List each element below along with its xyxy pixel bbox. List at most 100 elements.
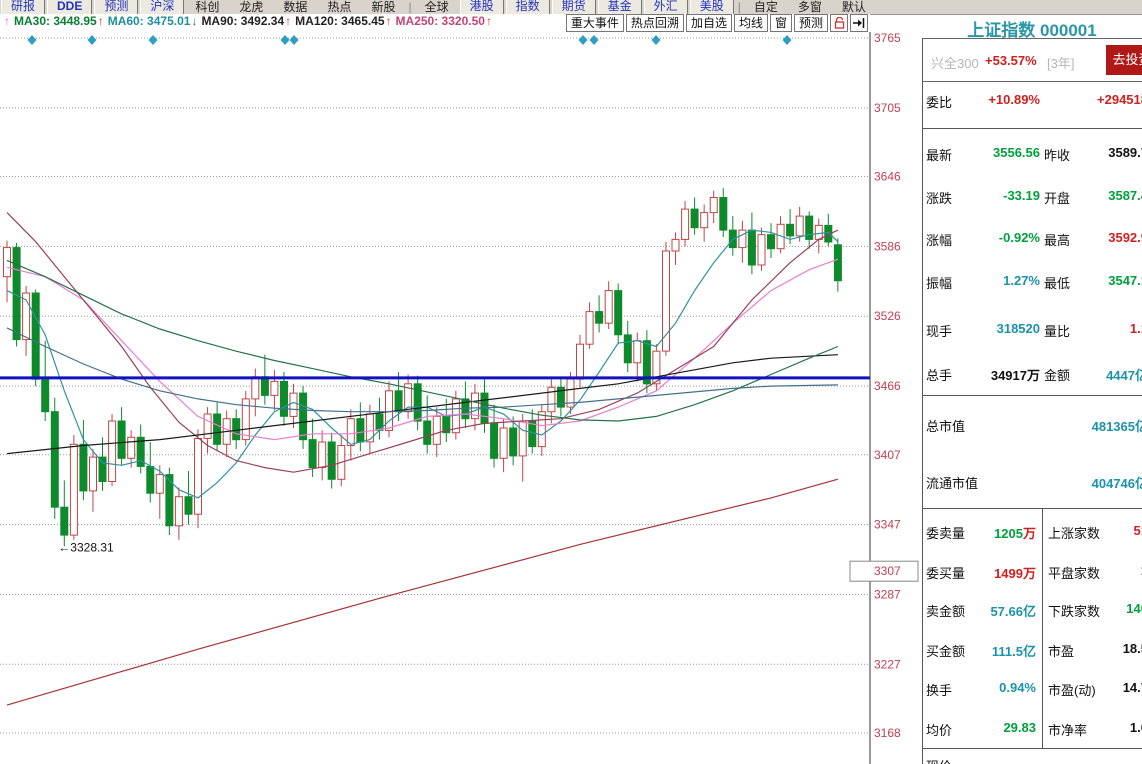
y-axis-tick-label: 3765 (874, 32, 901, 45)
candle-body (739, 230, 746, 248)
candle-body (319, 442, 326, 468)
tab-0[interactable]: 研报 (1, 0, 45, 15)
candle-body (118, 421, 125, 458)
detail-left-value-0: 1205万 (952, 523, 1036, 542)
chart-button-3[interactable]: 均线 (734, 14, 768, 32)
event-diamond-marker[interactable] (281, 35, 290, 45)
tab-4[interactable]: 科创 (186, 0, 228, 15)
tab-6[interactable]: 数据 (274, 0, 316, 15)
tab-13[interactable]: 期货 (552, 0, 596, 15)
y-axis-tick-label: 3407 (874, 448, 901, 462)
detail-right-value-2: 140 (1126, 601, 1142, 616)
y-axis-tick-label: 3586 (874, 239, 901, 253)
candle-body (424, 421, 431, 444)
quote-label-开盘: 开盘 (1044, 188, 1070, 207)
candle-body (300, 393, 307, 440)
tab-10[interactable]: 全球 (416, 0, 458, 15)
candle-body (309, 440, 316, 468)
candle-body (815, 225, 822, 239)
top-tab-bar: 研报DDE预测沪深科创龙虎数据热点新股|全球港股指数期货基金外汇美股|自定多窗默… (0, 0, 1142, 15)
candle-body (51, 412, 58, 508)
candle-body (4, 248, 11, 277)
tab-20[interactable]: 默认 (833, 0, 875, 15)
chart-button-1[interactable]: 热点回溯 (626, 14, 684, 32)
candle-body (395, 391, 402, 412)
candle-body (195, 439, 202, 515)
chart-button-5[interactable]: 预测 (794, 14, 828, 32)
tab-2[interactable]: 预测 (94, 0, 138, 15)
quote-value2-6: 4447亿 (1106, 365, 1142, 384)
quote-label-昨收: 昨收 (1044, 145, 1070, 164)
kline-chart-canvas[interactable]: 3765370536463586352634663407334732873227… (0, 32, 922, 764)
event-diamond-marker[interactable] (590, 35, 599, 45)
detail-right-label-5: 市净率 (1048, 720, 1087, 739)
panel-divider (922, 395, 1142, 396)
detail-right-label-4: 市盈(动) (1048, 680, 1096, 699)
candle-body (42, 379, 49, 412)
cap-label-1: 流通市值 (926, 473, 978, 492)
chart-button-0[interactable]: 重大事件 (566, 14, 624, 32)
fund-name: 兴全300 (931, 53, 979, 72)
event-diamond-marker[interactable] (28, 35, 37, 45)
panel-divider (922, 128, 1142, 129)
tab-8[interactable]: 新股 (362, 0, 404, 15)
quote-value2-0: +294518 (1097, 92, 1142, 107)
candle-body (624, 335, 631, 363)
candle-body (834, 245, 841, 281)
candle-body (538, 412, 545, 447)
candle-body (796, 216, 803, 236)
invest-button[interactable]: 去投资 (1106, 45, 1142, 75)
event-diamond-marker[interactable] (290, 35, 299, 45)
ma-trend-arrow-3: ↑ (386, 14, 392, 28)
event-diamond-marker[interactable] (652, 35, 661, 45)
tab-14[interactable]: 基金 (598, 0, 642, 15)
ma-trend-arrow-4: ↑ (486, 14, 492, 28)
event-diamond-marker[interactable] (149, 35, 158, 45)
chart-button-4[interactable]: 窗 (770, 14, 792, 32)
candle-body (214, 414, 221, 444)
detail-right-value-4: 14.7 (1123, 680, 1142, 695)
tab-7[interactable]: 热点 (318, 0, 360, 15)
candle-body (758, 235, 765, 265)
lock-icon[interactable] (830, 14, 848, 32)
event-diamond-marker[interactable] (88, 35, 97, 45)
quote-label-量比: 量比 (1044, 321, 1070, 340)
detail-left-value-4: 0.94% (952, 680, 1036, 695)
candle-body (357, 419, 364, 442)
quote-value2-2: 3587.4 (1108, 188, 1142, 203)
ma-lead-arrow: ↑ (4, 14, 10, 28)
y-axis-tick-label: 3526 (874, 309, 901, 323)
candle-body (233, 419, 240, 440)
y-axis-tick-label: 3347 (874, 518, 901, 532)
tab-5[interactable]: 龙虎 (230, 0, 272, 15)
candle-body (61, 507, 68, 535)
detail-left-value-2: 57.66亿 (952, 601, 1036, 620)
event-diamond-marker[interactable] (579, 35, 588, 45)
ma-trend-arrow-2: ↑ (285, 14, 291, 28)
event-diamond-marker[interactable] (783, 35, 792, 45)
detail-left-value-5: 29.83 (952, 720, 1036, 735)
tab-1[interactable]: DDE (47, 0, 92, 15)
tab-3[interactable]: 沪深 (140, 0, 184, 15)
tab-18[interactable]: 自定 (745, 0, 787, 15)
detail-right-label-0: 上涨家数 (1048, 523, 1100, 542)
quote-value-涨幅: -0.92% (944, 230, 1040, 245)
chart-button-2[interactable]: 加自选 (686, 14, 732, 32)
tab-12[interactable]: 指数 (506, 0, 550, 15)
candle-body (768, 235, 775, 249)
tab-15[interactable]: 外汇 (644, 0, 688, 15)
dock-arrow-icon[interactable] (850, 14, 868, 32)
candle-body (672, 239, 679, 251)
tab-16[interactable]: 美股 (690, 0, 734, 15)
fund-period: [3年] (1047, 53, 1074, 72)
detail-left-label-5: 均价 (926, 720, 952, 739)
candle-body (290, 393, 297, 416)
tab-19[interactable]: 多窗 (789, 0, 831, 15)
candle-body (147, 466, 154, 493)
detail-right-value-3: 18.5 (1123, 641, 1142, 656)
tab-11[interactable]: 港股 (460, 0, 504, 15)
candle-body (615, 291, 622, 335)
candle-body (204, 414, 211, 438)
ma-trend-arrow-1: ↓ (191, 14, 197, 28)
candle-body (281, 381, 288, 416)
